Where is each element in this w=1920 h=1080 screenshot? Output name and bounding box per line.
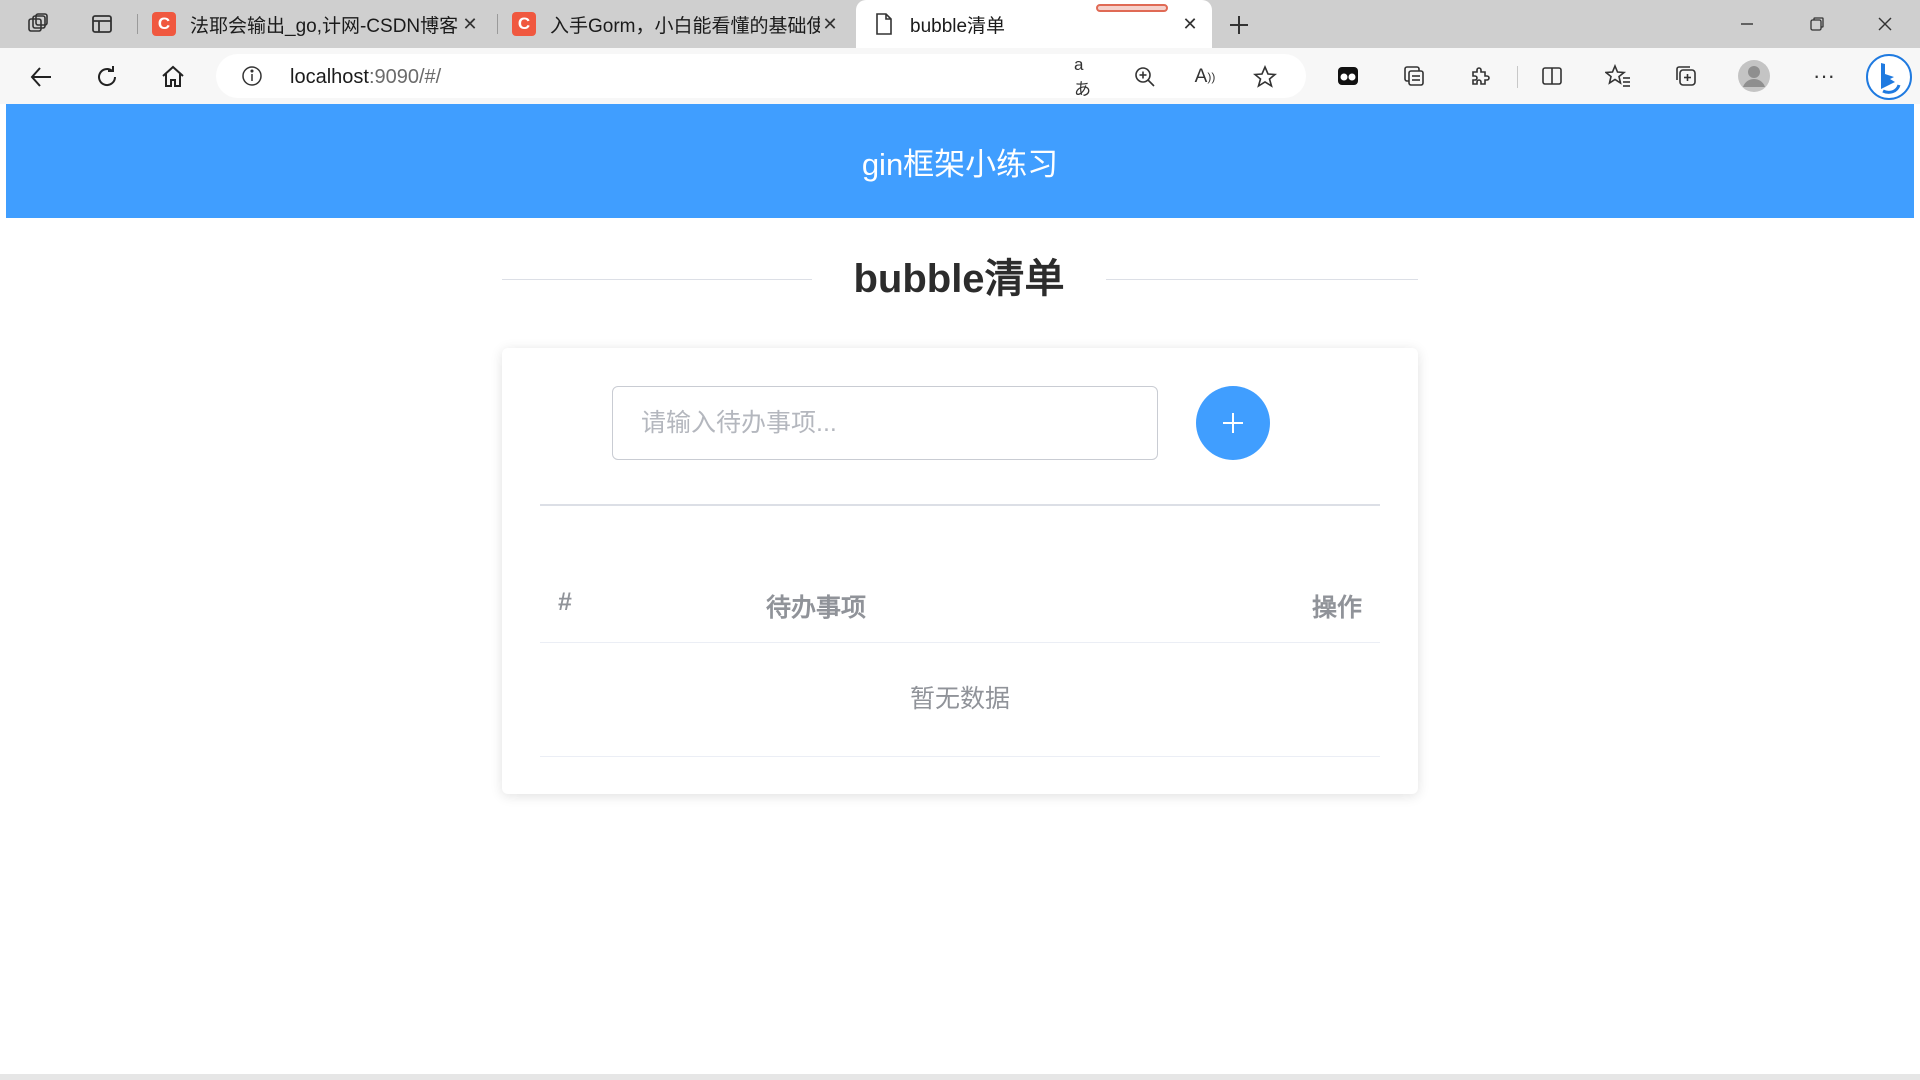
vertical-tabs-icon[interactable] [88, 10, 116, 38]
translate-icon[interactable]: aあ [1074, 55, 1100, 99]
close-tab-icon[interactable]: ✕ [458, 12, 482, 36]
card-title: bubble清单 [812, 250, 1106, 308]
minimize-button[interactable] [1724, 8, 1770, 40]
table-bottom-border [540, 756, 1380, 757]
page-viewport: gin框架小练习 bubble清单 # 待办事项 操作 暂无数据 [6, 104, 1914, 1074]
tab-strip: C 法耶会输出_go,计网-CSDN博客 ✕ C 入手Gorm，小白能看懂的基础… [0, 0, 1920, 48]
url-text[interactable]: localhost:9090/#/ [290, 66, 441, 89]
close-window-button[interactable] [1862, 8, 1908, 40]
favorite-star-icon[interactable] [1252, 64, 1278, 90]
tab-gorm-article[interactable]: C 入手Gorm，小白能看懂的基础使 ✕ [512, 0, 852, 48]
tab-title: bubble清单 [910, 15, 1006, 37]
profile-avatar[interactable] [1738, 60, 1770, 92]
empty-table-message: 暂无数据 [909, 685, 1010, 713]
document-icon [872, 12, 896, 36]
reload-button[interactable] [90, 60, 124, 94]
home-button[interactable] [156, 60, 190, 94]
todo-card: # 待办事项 操作 暂无数据 [502, 348, 1418, 794]
close-tab-icon[interactable]: ✕ [1178, 12, 1202, 36]
todo-input[interactable] [612, 386, 1158, 460]
add-todo-button[interactable] [1196, 386, 1270, 460]
url-host: localhost [290, 66, 369, 88]
close-tab-icon[interactable]: ✕ [818, 12, 842, 36]
header-title: gin框架小练习 [861, 146, 1059, 182]
read-aloud-icon[interactable]: A)) [1192, 64, 1218, 90]
workspaces-icon[interactable] [24, 10, 52, 38]
extensions-puzzle-icon[interactable] [1464, 60, 1496, 92]
tab-separator [497, 14, 498, 34]
column-header-actions: 操作 [1311, 594, 1362, 622]
toolbar-separator [1517, 66, 1518, 88]
csdn-favicon-icon: C [152, 12, 176, 36]
collections-icon[interactable] [1670, 60, 1702, 92]
site-info-icon[interactable] [240, 64, 264, 88]
column-header-index: # [558, 588, 572, 616]
restore-button[interactable] [1794, 8, 1840, 40]
site-header: gin框架小练习 [6, 104, 1914, 218]
url-path: :9090/#/ [368, 66, 442, 88]
zoom-icon[interactable] [1132, 64, 1158, 90]
more-menu-icon[interactable]: ··· [1808, 60, 1840, 92]
input-divider [540, 504, 1380, 506]
tab-title: 法耶会输出_go,计网-CSDN博客 [190, 15, 459, 37]
address-bar[interactable]: localhost:9090/#/ aあ A)) [216, 54, 1306, 99]
collections-tab-icon[interactable] [1398, 60, 1430, 92]
navigation-bar: localhost:9090/#/ aあ A)) ··· [0, 48, 1920, 104]
tab-title: 入手Gorm，小白能看懂的基础使 [550, 15, 820, 37]
back-button[interactable] [24, 60, 58, 94]
column-header-todo: 待办事项 [766, 594, 867, 622]
favorites-icon[interactable] [1602, 60, 1634, 92]
tab-audio-indicator [1096, 4, 1168, 12]
table-header-border [540, 642, 1380, 643]
window-bottom-edge [0, 1074, 1920, 1080]
bing-copilot-icon[interactable] [1866, 54, 1912, 100]
tab-separator [137, 14, 138, 34]
split-screen-icon[interactable] [1536, 60, 1568, 92]
new-tab-button[interactable] [1224, 10, 1254, 40]
plus-icon [1223, 413, 1243, 433]
csdn-favicon-icon: C [512, 12, 536, 36]
card-title-area: bubble清单 [502, 250, 1418, 308]
tab-csdn-blog[interactable]: C 法耶会输出_go,计网-CSDN博客 ✕ [152, 0, 492, 48]
extension-icon[interactable] [1332, 60, 1364, 92]
